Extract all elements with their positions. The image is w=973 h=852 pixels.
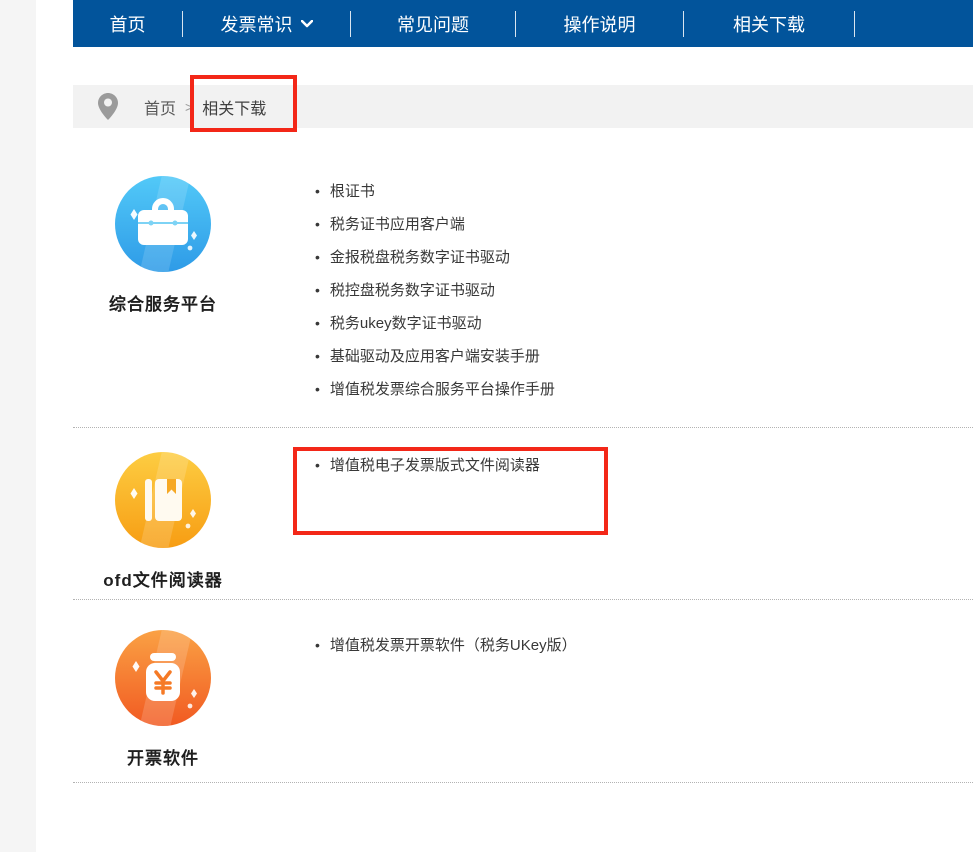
- download-link[interactable]: 税务证书应用客户端: [315, 208, 555, 241]
- download-link[interactable]: 基础驱动及应用客户端安装手册: [315, 340, 555, 373]
- nav-item-label: 操作说明: [564, 11, 636, 37]
- section-service-platform: 综合服务平台 根证书税务证书应用客户端金报税盘税务数字证书驱动税控盘税务数字证书…: [73, 128, 973, 428]
- annotation-box-ofd-reader-item: [293, 447, 608, 535]
- nav-divider: [854, 11, 855, 37]
- nav-item-label: 首页: [110, 11, 146, 37]
- download-link[interactable]: 根证书: [315, 175, 555, 208]
- download-link[interactable]: 金报税盘税务数字证书驱动: [315, 241, 555, 274]
- chevron-down-icon: [301, 20, 313, 28]
- download-link[interactable]: 税务ukey数字证书驱动: [315, 307, 555, 340]
- nav-item-5[interactable]: 相关下载: [684, 0, 854, 47]
- location-pin-icon: [98, 93, 118, 120]
- download-link[interactable]: 增值税发票综合服务平台操作手册: [315, 373, 555, 406]
- page-left-gutter: [0, 0, 36, 852]
- section-title: ofd文件阅读器: [103, 566, 222, 591]
- download-link[interactable]: 增值税发票开票软件（税务UKey版）: [315, 629, 577, 662]
- download-list-invoicing-software: 增值税发票开票软件（税务UKey版）: [315, 600, 577, 782]
- download-link[interactable]: 税控盘税务数字证书驱动: [315, 274, 555, 307]
- section-invoicing-software: 开票软件 增值税发票开票软件（税务UKey版）: [73, 600, 973, 783]
- download-list-service-platform: 根证书税务证书应用客户端金报税盘税务数字证书驱动税控盘税务数字证书驱动税务uke…: [315, 128, 555, 427]
- breadcrumb-home-link[interactable]: 首页: [144, 95, 176, 119]
- book-icon: [115, 452, 211, 553]
- top-nav: 首页 发票常识 常见问题 操作说明 相关下载: [73, 0, 973, 47]
- briefcase-icon: [115, 176, 211, 277]
- nav-item-label: 常见问题: [397, 11, 469, 37]
- nav-item-1[interactable]: 首页: [73, 0, 182, 47]
- nav-item-label: 相关下载: [733, 11, 805, 37]
- nav-item-4[interactable]: 操作说明: [516, 0, 683, 47]
- nav-item-3[interactable]: 常见问题: [351, 0, 515, 47]
- nav-item-2[interactable]: 发票常识: [183, 0, 350, 47]
- money-jar-icon: [115, 630, 211, 731]
- annotation-box-breadcrumb: [190, 75, 297, 132]
- nav-item-label: 发票常识: [221, 11, 293, 37]
- section-title: 综合服务平台: [109, 290, 217, 315]
- section-title: 开票软件: [127, 744, 199, 769]
